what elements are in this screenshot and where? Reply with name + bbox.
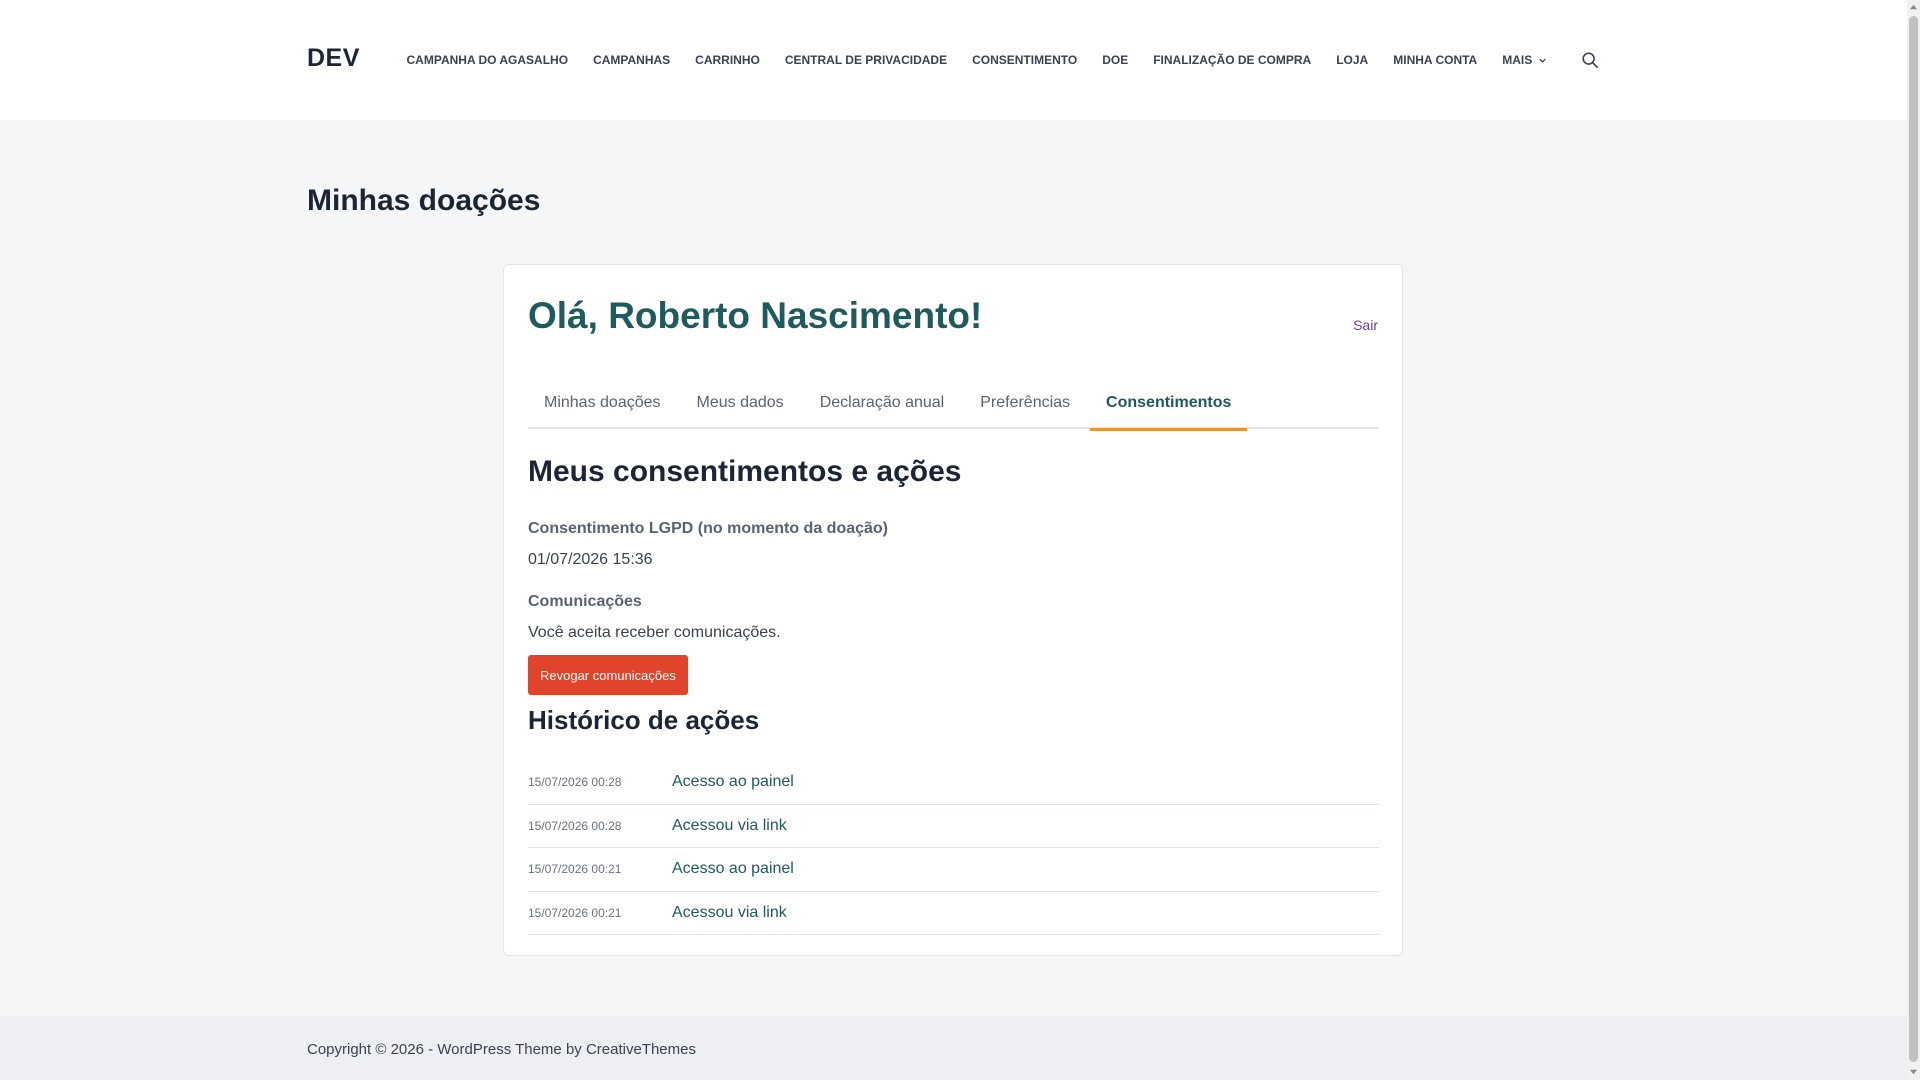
tab-minhas-doacoes[interactable]: Minhas doações [528,377,677,429]
history-date: 15/07/2026 00:21 [528,905,622,920]
lgpd-label: Consentimento LGPD (no momento da doação… [528,520,889,537]
history-date: 15/07/2026 00:21 [528,862,622,877]
nav-item-mais[interactable]: MAIS [1490,53,1560,67]
history-action: Acessou via link [672,903,787,921]
chevron-down-icon [1539,58,1546,63]
site-footer: Copyright © 2026 - WordPress Theme by Cr… [0,1016,1907,1080]
nav-item-campanha-agasalho[interactable]: CAMPANHA DO AGASALHO [394,53,581,67]
revoke-communications-button[interactable]: Revogar comunicações [528,655,688,695]
history-date: 15/07/2026 00:28 [528,818,622,833]
panel-tabs: Minhas doações Meus dados Declaração anu… [528,377,1379,431]
greeting-heading: Olá, Roberto Nascimento! [528,295,983,336]
copyright-text: Copyright © 2026 - WordPress Theme by Cr… [307,1041,696,1058]
tab-meus-dados[interactable]: Meus dados [681,377,800,429]
history-row: 15/07/2026 00:21 Acessou via link [528,892,1379,935]
site-logo[interactable]: DEV [307,44,360,73]
page-title: Minhas doações [307,184,541,217]
history-row: 15/07/2026 00:21 Acesso ao painel [528,848,1379,892]
nav-item-mais-label: MAIS [1502,53,1533,67]
lgpd-value: 01/07/2026 15:36 [528,551,653,568]
scrollbar-thumb[interactable] [1909,16,1918,1062]
nav-item-finalizacao-compra[interactable]: FINALIZAÇÃO DE COMPRA [1141,53,1324,67]
nav-item-central-privacidade[interactable]: CENTRAL DE PRIVACIDADE [772,53,959,67]
donor-panel: Olá, Roberto Nascimento! Sair Minhas doa… [503,264,1403,956]
history-heading: Histórico de ações [528,705,760,735]
tab-preferencias[interactable]: Preferências [964,377,1086,429]
nav-item-minha-conta[interactable]: MINHA CONTA [1381,53,1490,67]
comms-value: Você aceita receber comunicações. [528,624,781,641]
nav-item-carrinho[interactable]: CARRINHO [683,53,773,67]
logout-link[interactable]: Sair [1353,317,1378,333]
history-action: Acesso ao painel [672,860,794,878]
consents-heading: Meus consentimentos e ações [528,455,962,488]
nav-item-loja[interactable]: LOJA [1324,53,1381,67]
history-action: Acesso ao painel [672,773,794,791]
nav-item-consentimento[interactable]: CONSENTIMENTO [960,53,1090,67]
nav-item-doe[interactable]: DOE [1090,53,1141,67]
history-row: 15/07/2026 00:28 Acesso ao painel [528,761,1379,805]
scroll-down-arrow-icon[interactable] [1909,1067,1918,1076]
comms-label: Comunicações [528,593,642,610]
site-header: DEV CAMPANHA DO AGASALHO CAMPANHAS CARRI… [0,0,1907,120]
scroll-up-arrow-icon[interactable] [1909,3,1918,12]
nav-item-campanhas[interactable]: CAMPANHAS [581,53,683,67]
vertical-scrollbar[interactable] [1907,0,1920,1080]
history-action: Acessou via link [672,816,787,834]
history-list: 15/07/2026 00:28 Acesso ao painel 15/07/… [528,761,1379,935]
search-icon[interactable] [1581,51,1599,69]
tab-consentimentos[interactable]: Consentimentos [1090,377,1248,431]
history-date: 15/07/2026 00:28 [528,775,622,790]
history-row: 15/07/2026 00:28 Acessou via link [528,805,1379,848]
main-nav: CAMPANHA DO AGASALHO CAMPANHAS CARRINHO … [394,0,1560,120]
tab-declaracao-anual[interactable]: Declaração anual [804,377,961,429]
